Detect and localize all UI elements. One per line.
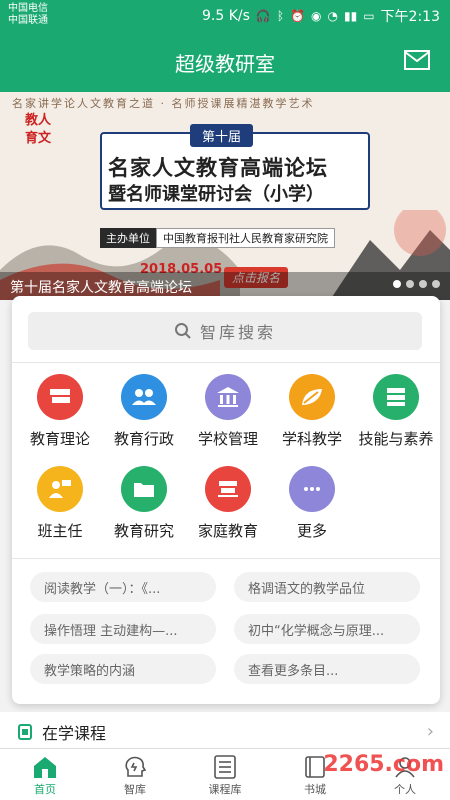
list-icon [214,755,236,779]
category-item[interactable]: 学科教学 [270,374,354,454]
banner-seal: 教人育文 [24,113,51,146]
nav-home[interactable]: 首页 [0,753,90,797]
search-placeholder: 智库搜索 [199,323,276,342]
network-speed: 9.5 K/s [202,8,250,24]
status-icons: 9.5 K/s 🎧 ᛒ ⏰ ◉ ◔ ▮▮ ▭ 下午2:13 [202,6,440,26]
carousel-dot[interactable] [419,280,427,288]
divider [12,362,440,363]
app-bar: 超级教研室 [0,30,450,92]
category-item[interactable]: 教育理论 [18,374,102,454]
chevron-right-icon: › [426,721,434,742]
carousel-pagination [393,280,440,288]
topic-tag[interactable]: 阅读教学（一）：《... [30,572,216,602]
topic-tag[interactable]: 初中“化学概念与原理... [234,614,420,644]
alarm-icon: ⏰ [290,9,306,23]
building-icon [205,374,251,420]
category-label: 教育研究 [113,522,174,540]
bluetooth-icon: ᛒ [276,9,285,23]
stack-icon [373,374,419,420]
current-courses-row[interactable]: 在学课程 › [0,712,450,752]
banner-subheadline: 暨名师课堂研讨会（小学） [108,184,324,205]
carrier-info: 中国电信 中国联通 [8,3,48,27]
host-value: 中国教育报刊社人民教育家研究院 [156,228,335,248]
topic-tag[interactable]: 操作悟理 主动建构—... [30,614,216,644]
topic-tag[interactable]: 查看更多条目... [234,654,420,684]
topic-tag[interactable]: 教学策略的内涵 [30,654,216,684]
leaf-icon [289,374,335,420]
category-label: 班主任 [37,522,83,540]
home-icon [34,757,56,778]
signal-icon: ▮▮ [343,9,358,23]
nav-home-label: 首页 [34,783,56,796]
category-label: 学校管理 [197,430,258,448]
carrier-2: 中国联通 [8,15,48,26]
category-label: 技能与素养 [358,430,434,448]
carousel-dot[interactable] [393,280,401,288]
nav-think-tank[interactable]: 智库 [90,753,180,797]
category-label: 学科教学 [281,430,342,448]
teacher-icon [37,466,83,512]
think-tank-panel: 智库搜索 教育理论 教育行政 学校管理 学科教学 技能与素养 班主任 教育研究 家庭教育 更多 … [12,296,440,704]
nav-course-library[interactable]: 课程库 [180,753,270,797]
promo-banner[interactable]: 名家讲学论人文教育之道 · 名师授课展精湛教学艺术 教人育文 第十届 名家人文教… [0,92,450,300]
banner-host: 主办单位 中国教育报刊社人民教育家研究院 [100,228,335,248]
headset-icon: 🎧 [255,9,271,23]
category-label: 教育行政 [113,430,174,448]
shelf-icon [205,466,251,512]
category-item[interactable]: 技能与素养 [354,374,438,454]
people-icon [121,374,167,420]
nav-profile-label: 个人 [394,783,416,796]
nav-think-tank-label: 智库 [124,783,146,796]
category-item[interactable]: 家庭教育 [186,466,270,546]
wifi-icon: ◔ [327,9,338,23]
category-label: 教育理论 [29,430,90,448]
category-item[interactable]: 教育研究 [102,466,186,546]
books-icon [37,374,83,420]
category-item[interactable]: 教育行政 [102,374,186,454]
battery-icon: ▭ [363,9,375,23]
carrier-1: 中国电信 [8,3,48,14]
folder-icon [121,466,167,512]
category-item[interactable]: 更多 [270,466,354,546]
host-label: 主办单位 [100,228,156,248]
page-title: 超级教研室 [175,52,275,76]
category-item[interactable]: 班主任 [18,466,102,546]
status-bar: 中国电信 中国联通 9.5 K/s 🎧 ᛒ ⏰ ◉ ◔ ▮▮ ▭ 下午2:13 [0,0,450,30]
courses-title: 在学课程 [42,724,107,743]
topic-tag[interactable]: 格调语文的教学品位 [234,572,420,602]
nav-course-library-label: 课程库 [208,783,242,796]
search-bar[interactable]: 智库搜索 [28,312,422,350]
search-icon [174,323,191,339]
nav-bookstore-label: 书城 [304,783,326,796]
category-label: 家庭教育 [197,522,258,540]
divider [12,558,440,559]
more-icon [289,466,335,512]
brain-icon [125,756,147,777]
mail-icon[interactable] [404,50,430,70]
category-item[interactable]: 学校管理 [186,374,270,454]
carousel-dot[interactable] [432,280,440,288]
carousel-dot[interactable] [406,280,414,288]
banner-tagline: 名家讲学论人文教育之道 · 名师授课展精湛教学艺术 [12,97,315,110]
eye-icon: ◉ [311,9,322,23]
watermark-text: 2265.com [323,752,444,777]
course-icon [18,724,32,740]
banner-edition: 第十届 [190,124,254,147]
banner-headline: 名家人文教育高端论坛 [108,156,328,180]
watermark: 2265.com [323,752,444,777]
clock: 下午2:13 [380,9,440,25]
category-label: 更多 [296,522,327,540]
